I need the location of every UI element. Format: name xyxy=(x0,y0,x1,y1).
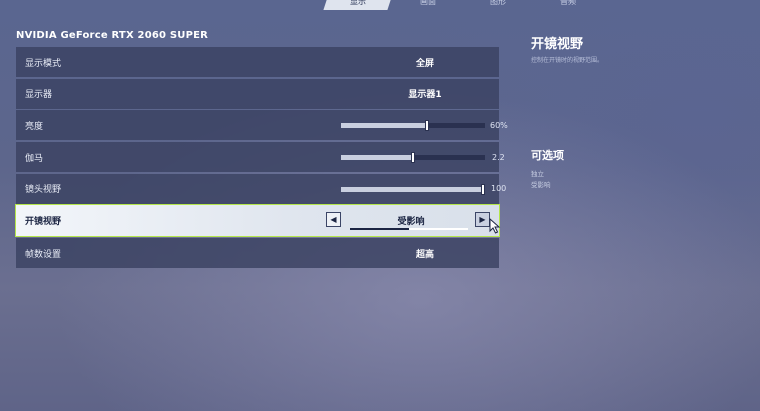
tab-visuals-label: 画面 xyxy=(420,0,436,6)
setting-row-brightness[interactable]: 亮度 60% xyxy=(16,110,508,141)
setting-label: 镜头视野 xyxy=(25,185,62,196)
detail-description: 控制在开镜时的视野范围。 xyxy=(531,57,604,64)
setting-label: 显示器 xyxy=(25,90,53,101)
brightness-slider[interactable] xyxy=(341,120,485,132)
setting-value: 超高 xyxy=(415,249,434,260)
slider-thumb[interactable] xyxy=(481,183,485,195)
setting-row-monitor[interactable]: 显示器 显示器1 xyxy=(16,78,499,109)
setting-value: 显示器1 xyxy=(408,90,442,101)
previous-option-button[interactable]: ◀ xyxy=(326,212,341,228)
slider-thumb[interactable] xyxy=(411,152,415,164)
tab-graphics-label: 图形 xyxy=(490,0,506,6)
gpu-title: NVIDIA GeForce RTX 2060 SUPER xyxy=(16,30,209,41)
tab-graphics[interactable]: 图形 xyxy=(466,0,530,10)
fov-slider[interactable] xyxy=(341,183,485,195)
slider-fill xyxy=(341,155,411,161)
setting-value: 受影响 xyxy=(397,217,425,228)
tab-visuals[interactable]: 画面 xyxy=(396,0,460,10)
setting-value: 全屏 xyxy=(415,58,434,69)
tab-display[interactable]: 显示 xyxy=(323,0,393,10)
gamma-slider[interactable] xyxy=(341,152,485,164)
option-item: 受影响 xyxy=(531,181,551,189)
mouse-cursor-icon xyxy=(489,218,501,235)
setting-label: 开镜视野 xyxy=(25,217,62,228)
setting-label: 亮度 xyxy=(25,121,44,132)
settings-list: 显示模式 全屏 显示器 显示器1 亮度 60% 伽马 2.2 镜头视野 100 … xyxy=(15,47,508,270)
option-item: 独立 xyxy=(531,170,544,178)
slider-value: 100 xyxy=(491,184,507,194)
setting-label: 帧数设置 xyxy=(25,249,62,260)
chevron-left-icon: ◀ xyxy=(330,215,337,225)
setting-label: 伽马 xyxy=(25,153,44,164)
detail-title: 开镜视野 xyxy=(531,37,584,52)
option-position-indicator xyxy=(350,228,468,231)
chevron-right-icon: ▶ xyxy=(479,215,486,225)
tab-audio[interactable]: 音频 xyxy=(536,0,600,10)
next-option-button[interactable]: ▶ xyxy=(475,212,490,228)
option-indicator-current xyxy=(409,228,468,231)
tab-display-label: 显示 xyxy=(350,0,366,6)
option-indicator-past xyxy=(350,228,409,231)
options-title: 可选项 xyxy=(531,149,564,162)
setting-label: 显示模式 xyxy=(25,58,62,69)
setting-row-framerate[interactable]: 帧数设置 超高 xyxy=(16,238,499,269)
setting-row-display-mode[interactable]: 显示模式 全屏 xyxy=(16,47,499,77)
slider-value: 2.2 xyxy=(492,152,505,162)
slider-thumb[interactable] xyxy=(425,120,429,132)
slider-fill xyxy=(341,123,425,129)
setting-row-scope-fov[interactable]: 开镜视野 ◀ 受影响 ▶ xyxy=(15,204,501,238)
setting-row-gamma[interactable]: 伽马 2.2 xyxy=(16,142,505,173)
slider-value: 60% xyxy=(490,120,508,130)
slider-fill xyxy=(341,186,481,192)
tab-audio-label: 音频 xyxy=(560,0,576,6)
top-tab-bar: 显示 画面 图形 音频 xyxy=(0,0,760,10)
setting-row-fov[interactable]: 镜头视野 100 xyxy=(16,173,506,204)
